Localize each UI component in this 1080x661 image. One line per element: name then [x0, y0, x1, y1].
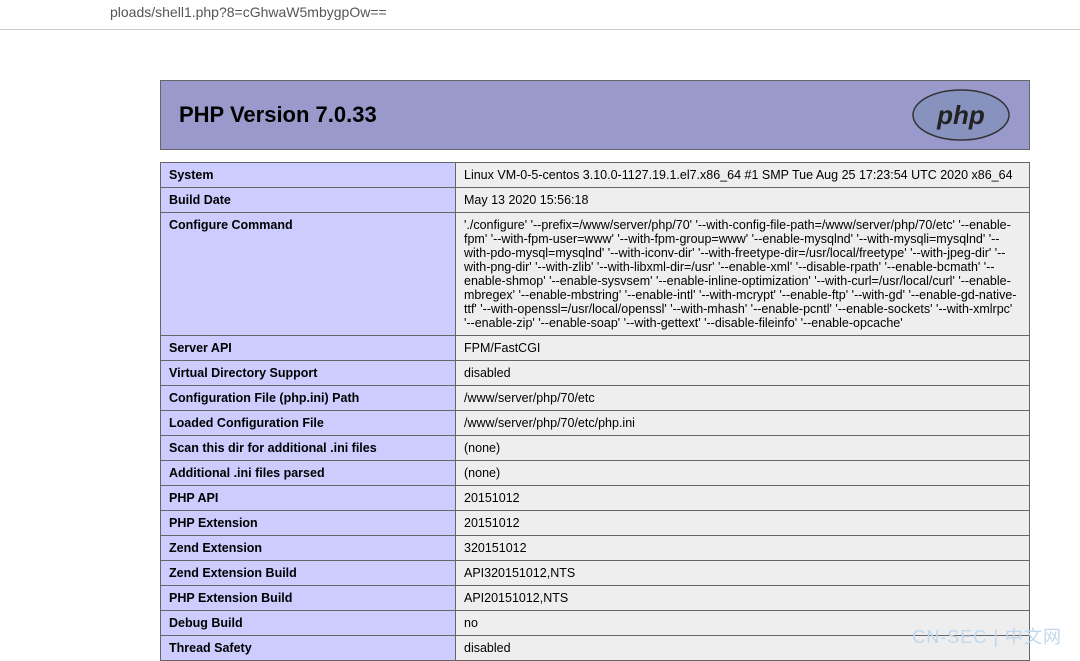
table-row: Scan this dir for additional .ini files(… — [161, 436, 1030, 461]
info-key: PHP Extension — [161, 511, 456, 536]
info-key: Additional .ini files parsed — [161, 461, 456, 486]
php-logo-icon: php — [911, 88, 1011, 143]
table-row: Loaded Configuration File/www/server/php… — [161, 411, 1030, 436]
info-key: System — [161, 163, 456, 188]
info-value: 320151012 — [456, 536, 1030, 561]
info-key: Scan this dir for additional .ini files — [161, 436, 456, 461]
info-key: Virtual Directory Support — [161, 361, 456, 386]
table-row: SystemLinux VM-0-5-centos 3.10.0-1127.19… — [161, 163, 1030, 188]
svg-text:php: php — [936, 100, 985, 130]
info-value: Linux VM-0-5-centos 3.10.0-1127.19.1.el7… — [456, 163, 1030, 188]
info-value: disabled — [456, 361, 1030, 386]
table-row: Configuration File (php.ini) Path/www/se… — [161, 386, 1030, 411]
info-key: Loaded Configuration File — [161, 411, 456, 436]
url-text: ploads/shell1.php?8=cGhwaW5mbygpOw== — [110, 4, 387, 20]
info-value: no — [456, 611, 1030, 636]
table-row: Zend Extension BuildAPI320151012,NTS — [161, 561, 1030, 586]
page-title: PHP Version 7.0.33 — [179, 102, 377, 128]
info-value: API20151012,NTS — [456, 586, 1030, 611]
info-value: FPM/FastCGI — [456, 336, 1030, 361]
info-key: Server API — [161, 336, 456, 361]
info-value: 20151012 — [456, 486, 1030, 511]
info-key: Configure Command — [161, 213, 456, 336]
info-key: Zend Extension Build — [161, 561, 456, 586]
table-row: PHP API20151012 — [161, 486, 1030, 511]
info-key: PHP API — [161, 486, 456, 511]
table-row: Additional .ini files parsed(none) — [161, 461, 1030, 486]
url-bar[interactable]: ploads/shell1.php?8=cGhwaW5mbygpOw== — [0, 0, 1080, 30]
info-value: May 13 2020 15:56:18 — [456, 188, 1030, 213]
table-row: Build DateMay 13 2020 15:56:18 — [161, 188, 1030, 213]
info-value: './configure' '--prefix=/www/server/php/… — [456, 213, 1030, 336]
info-key: Zend Extension — [161, 536, 456, 561]
phpinfo-table: SystemLinux VM-0-5-centos 3.10.0-1127.19… — [160, 162, 1030, 661]
table-row: Zend Extension320151012 — [161, 536, 1030, 561]
info-value: API320151012,NTS — [456, 561, 1030, 586]
info-value: /www/server/php/70/etc — [456, 386, 1030, 411]
info-value: (none) — [456, 436, 1030, 461]
table-row: Configure Command'./configure' '--prefix… — [161, 213, 1030, 336]
table-row: Debug Buildno — [161, 611, 1030, 636]
info-key: Build Date — [161, 188, 456, 213]
table-row: Virtual Directory Supportdisabled — [161, 361, 1030, 386]
info-key: Debug Build — [161, 611, 456, 636]
info-value: 20151012 — [456, 511, 1030, 536]
phpinfo-content: PHP Version 7.0.33 php SystemLinux VM-0-… — [0, 30, 1080, 661]
phpinfo-header: PHP Version 7.0.33 php — [160, 80, 1030, 150]
info-value: /www/server/php/70/etc/php.ini — [456, 411, 1030, 436]
table-row: PHP Extension BuildAPI20151012,NTS — [161, 586, 1030, 611]
info-value: (none) — [456, 461, 1030, 486]
table-row: Server APIFPM/FastCGI — [161, 336, 1030, 361]
table-row: PHP Extension20151012 — [161, 511, 1030, 536]
info-key: Configuration File (php.ini) Path — [161, 386, 456, 411]
info-key: PHP Extension Build — [161, 586, 456, 611]
